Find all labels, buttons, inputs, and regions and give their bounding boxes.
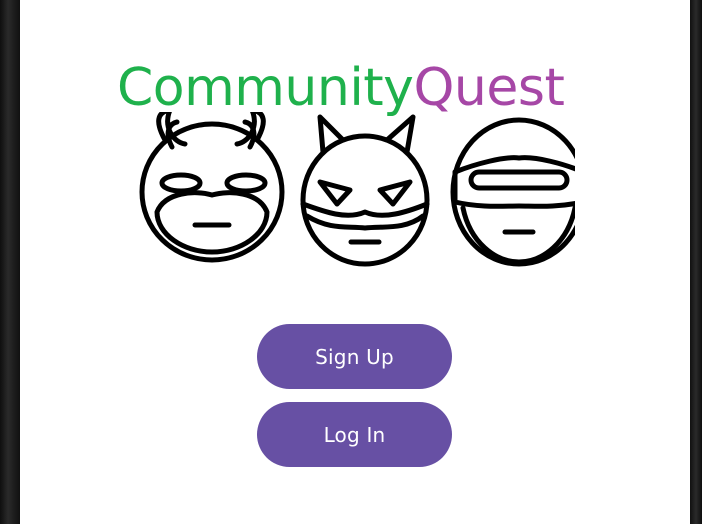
mascot-faces	[139, 112, 575, 267]
visor-helmet-icon	[450, 117, 575, 267]
device-frame: CommunityQuest Sign Up Log In	[0, 0, 702, 524]
cat-eared-mask-icon	[300, 114, 430, 267]
welcome-screen: CommunityQuest Sign Up Log In	[20, 0, 690, 524]
app-logo: CommunityQuest	[117, 56, 597, 120]
log-in-button[interactable]: Log In	[257, 402, 452, 467]
sign-up-button[interactable]: Sign Up	[257, 324, 452, 389]
logo-word-community: Community	[117, 58, 414, 118]
horned-devil-mask-icon	[139, 112, 285, 263]
logo-word-quest: Quest	[413, 58, 565, 118]
